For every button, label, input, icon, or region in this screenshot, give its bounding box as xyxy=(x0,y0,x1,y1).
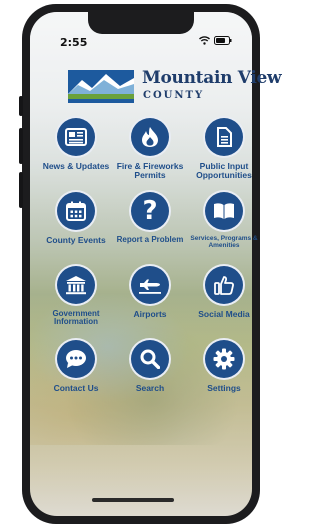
volume-down-button xyxy=(19,172,23,208)
tile-fire-permits[interactable]: Fire & Fireworks Permits xyxy=(112,116,188,180)
tile-circle[interactable] xyxy=(203,190,245,232)
tile-circle[interactable] xyxy=(129,116,171,158)
gear-icon xyxy=(213,348,235,370)
tile-circle[interactable] xyxy=(55,338,97,380)
book-icon xyxy=(214,203,234,219)
tile-label: Public Input Opportunities xyxy=(196,161,252,180)
tile-circle[interactable] xyxy=(55,264,97,306)
tile-label: News & Updates xyxy=(42,161,110,171)
tile-label: Settings xyxy=(207,383,241,393)
tile-circle[interactable] xyxy=(129,264,171,306)
tile-contact-us[interactable]: Contact Us xyxy=(38,338,114,393)
mute-switch xyxy=(19,96,23,116)
tile-circle[interactable]: ? xyxy=(129,190,171,232)
tile-county-events[interactable]: County Events xyxy=(38,190,114,245)
newspaper-icon xyxy=(65,128,87,146)
tile-label: Report a Problem xyxy=(116,235,184,244)
tile-label: Airports xyxy=(133,309,167,319)
question-icon: ? xyxy=(142,196,158,226)
brand-subtitle: COUNTY xyxy=(143,90,205,101)
tile-circle[interactable] xyxy=(203,116,245,158)
tile-circle[interactable] xyxy=(55,190,97,232)
tile-public-input[interactable]: Public Input Opportunities xyxy=(186,116,262,180)
status-time: 2:55 xyxy=(60,36,88,49)
tile-label: Fire & Fireworks Permits xyxy=(116,161,184,180)
phone-frame: 2:55 Mountain View COUNTY News & Updates… xyxy=(19,4,282,524)
tile-circle[interactable] xyxy=(203,264,245,306)
tile-news-updates[interactable]: News & Updates xyxy=(38,116,114,171)
calendar-icon xyxy=(66,201,86,221)
status-icons xyxy=(199,36,232,45)
wifi-icon xyxy=(199,36,210,45)
tile-label: Search xyxy=(135,383,165,393)
document-icon xyxy=(217,127,232,147)
search-icon xyxy=(140,349,160,369)
home-indicator xyxy=(92,498,174,502)
chat-icon xyxy=(66,350,86,368)
tile-search[interactable]: Search xyxy=(112,338,188,393)
battery-icon xyxy=(214,36,232,45)
tile-label: Contact Us xyxy=(53,383,99,393)
tile-label: Government Information xyxy=(52,309,100,327)
thumbs-up-icon xyxy=(214,276,234,295)
tile-report-problem[interactable]: ? Report a Problem xyxy=(112,190,188,244)
tile-label: Social Media xyxy=(198,309,250,319)
flame-icon xyxy=(142,127,158,147)
notch xyxy=(88,12,194,34)
tile-settings[interactable]: Settings xyxy=(186,338,262,393)
tile-circle[interactable] xyxy=(55,116,97,158)
tile-circle[interactable] xyxy=(203,338,245,380)
brand-name: Mountain View xyxy=(142,68,282,88)
tile-label: Services, Programs & Amenities xyxy=(190,235,258,249)
tile-government-info[interactable]: Government Information xyxy=(38,264,114,327)
tile-services[interactable]: Services, Programs & Amenities xyxy=(186,190,262,250)
tile-circle[interactable] xyxy=(129,338,171,380)
tile-label: County Events xyxy=(46,235,106,245)
tile-airports[interactable]: Airports xyxy=(112,264,188,319)
volume-up-button xyxy=(19,128,23,164)
airplane-icon xyxy=(139,279,161,294)
tile-social-media[interactable]: Social Media xyxy=(186,264,262,319)
county-logo-icon xyxy=(68,70,134,103)
government-building-icon xyxy=(66,276,86,295)
